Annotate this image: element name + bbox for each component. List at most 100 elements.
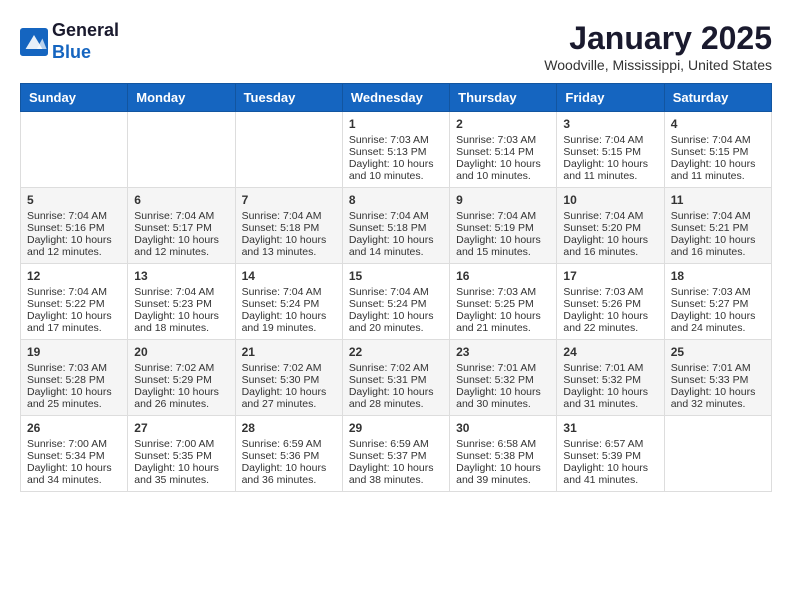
day-number: 24	[563, 345, 657, 359]
daylight-text: Daylight: 10 hours and 11 minutes.	[563, 158, 657, 182]
day-number: 29	[349, 421, 443, 435]
calendar-cell: 21Sunrise: 7:02 AMSunset: 5:30 PMDayligh…	[235, 340, 342, 416]
day-number: 1	[349, 117, 443, 131]
sunset-text: Sunset: 5:18 PM	[242, 222, 336, 234]
calendar-cell: 1Sunrise: 7:03 AMSunset: 5:13 PMDaylight…	[342, 112, 449, 188]
daylight-text: Daylight: 10 hours and 35 minutes.	[134, 462, 228, 486]
sunrise-text: Sunrise: 7:00 AM	[134, 438, 228, 450]
column-header-friday: Friday	[557, 84, 664, 112]
calendar-cell: 6Sunrise: 7:04 AMSunset: 5:17 PMDaylight…	[128, 188, 235, 264]
daylight-text: Daylight: 10 hours and 32 minutes.	[671, 386, 765, 410]
day-number: 16	[456, 269, 550, 283]
sunrise-text: Sunrise: 7:03 AM	[27, 362, 121, 374]
day-number: 30	[456, 421, 550, 435]
daylight-text: Daylight: 10 hours and 26 minutes.	[134, 386, 228, 410]
calendar-cell	[21, 112, 128, 188]
calendar-cell: 20Sunrise: 7:02 AMSunset: 5:29 PMDayligh…	[128, 340, 235, 416]
day-number: 3	[563, 117, 657, 131]
sunrise-text: Sunrise: 7:04 AM	[242, 210, 336, 222]
logo-line1: General	[52, 20, 119, 42]
sunset-text: Sunset: 5:35 PM	[134, 450, 228, 462]
day-number: 15	[349, 269, 443, 283]
calendar-table: SundayMondayTuesdayWednesdayThursdayFrid…	[20, 83, 772, 492]
sunset-text: Sunset: 5:22 PM	[27, 298, 121, 310]
calendar-cell: 22Sunrise: 7:02 AMSunset: 5:31 PMDayligh…	[342, 340, 449, 416]
calendar-cell: 7Sunrise: 7:04 AMSunset: 5:18 PMDaylight…	[235, 188, 342, 264]
sunset-text: Sunset: 5:19 PM	[456, 222, 550, 234]
day-number: 9	[456, 193, 550, 207]
calendar-cell: 17Sunrise: 7:03 AMSunset: 5:26 PMDayligh…	[557, 264, 664, 340]
calendar-cell: 25Sunrise: 7:01 AMSunset: 5:33 PMDayligh…	[664, 340, 771, 416]
sunset-text: Sunset: 5:26 PM	[563, 298, 657, 310]
calendar-cell: 5Sunrise: 7:04 AMSunset: 5:16 PMDaylight…	[21, 188, 128, 264]
month-title: January 2025	[544, 20, 772, 57]
sunset-text: Sunset: 5:27 PM	[671, 298, 765, 310]
sunrise-text: Sunrise: 7:02 AM	[134, 362, 228, 374]
column-header-thursday: Thursday	[450, 84, 557, 112]
day-number: 6	[134, 193, 228, 207]
daylight-text: Daylight: 10 hours and 24 minutes.	[671, 310, 765, 334]
daylight-text: Daylight: 10 hours and 34 minutes.	[27, 462, 121, 486]
sunrise-text: Sunrise: 7:04 AM	[134, 286, 228, 298]
sunrise-text: Sunrise: 7:04 AM	[671, 134, 765, 146]
calendar-cell: 16Sunrise: 7:03 AMSunset: 5:25 PMDayligh…	[450, 264, 557, 340]
day-number: 21	[242, 345, 336, 359]
sunset-text: Sunset: 5:36 PM	[242, 450, 336, 462]
sunrise-text: Sunrise: 7:04 AM	[134, 210, 228, 222]
sunrise-text: Sunrise: 7:04 AM	[349, 286, 443, 298]
sunset-text: Sunset: 5:15 PM	[671, 146, 765, 158]
calendar-cell: 13Sunrise: 7:04 AMSunset: 5:23 PMDayligh…	[128, 264, 235, 340]
day-number: 31	[563, 421, 657, 435]
sunrise-text: Sunrise: 6:59 AM	[242, 438, 336, 450]
calendar-cell: 26Sunrise: 7:00 AMSunset: 5:34 PMDayligh…	[21, 416, 128, 492]
sunrise-text: Sunrise: 7:03 AM	[349, 134, 443, 146]
day-number: 12	[27, 269, 121, 283]
calendar-cell: 24Sunrise: 7:01 AMSunset: 5:32 PMDayligh…	[557, 340, 664, 416]
sunset-text: Sunset: 5:28 PM	[27, 374, 121, 386]
calendar-week-row: 19Sunrise: 7:03 AMSunset: 5:28 PMDayligh…	[21, 340, 772, 416]
daylight-text: Daylight: 10 hours and 12 minutes.	[134, 234, 228, 258]
daylight-text: Daylight: 10 hours and 19 minutes.	[242, 310, 336, 334]
day-number: 10	[563, 193, 657, 207]
calendar-cell: 29Sunrise: 6:59 AMSunset: 5:37 PMDayligh…	[342, 416, 449, 492]
daylight-text: Daylight: 10 hours and 11 minutes.	[671, 158, 765, 182]
sunset-text: Sunset: 5:30 PM	[242, 374, 336, 386]
calendar-cell: 2Sunrise: 7:03 AMSunset: 5:14 PMDaylight…	[450, 112, 557, 188]
calendar-cell: 3 Sunrise: 7:04 AMSunset: 5:15 PMDaylight…	[557, 112, 664, 188]
sunrise-text: Sunrise: 7:03 AM	[563, 286, 657, 298]
calendar-cell: 31Sunrise: 6:57 AMSunset: 5:39 PMDayligh…	[557, 416, 664, 492]
sunset-text: Sunset: 5:15 PM	[563, 146, 657, 158]
calendar-cell	[235, 112, 342, 188]
calendar-cell: 14Sunrise: 7:04 AMSunset: 5:24 PMDayligh…	[235, 264, 342, 340]
calendar-cell: 28Sunrise: 6:59 AMSunset: 5:36 PMDayligh…	[235, 416, 342, 492]
calendar-cell: 4Sunrise: 7:04 AMSunset: 5:15 PMDaylight…	[664, 112, 771, 188]
sunrise-text: Sunrise: 7:04 AM	[27, 210, 121, 222]
day-number: 17	[563, 269, 657, 283]
calendar-cell: 19Sunrise: 7:03 AMSunset: 5:28 PMDayligh…	[21, 340, 128, 416]
calendar-cell: 18Sunrise: 7:03 AMSunset: 5:27 PMDayligh…	[664, 264, 771, 340]
sunrise-text: Sunrise: 7:02 AM	[349, 362, 443, 374]
daylight-text: Daylight: 10 hours and 17 minutes.	[27, 310, 121, 334]
sunrise-text: Sunrise: 7:04 AM	[563, 210, 657, 222]
daylight-text: Daylight: 10 hours and 14 minutes.	[349, 234, 443, 258]
sunset-text: Sunset: 5:29 PM	[134, 374, 228, 386]
sunrise-text: Sunrise: 7:04 AM	[456, 210, 550, 222]
sunrise-text: Sunrise: 7:04 AM	[242, 286, 336, 298]
daylight-text: Daylight: 10 hours and 16 minutes.	[563, 234, 657, 258]
column-header-saturday: Saturday	[664, 84, 771, 112]
day-number: 8	[349, 193, 443, 207]
sunset-text: Sunset: 5:21 PM	[671, 222, 765, 234]
calendar-cell: 9Sunrise: 7:04 AMSunset: 5:19 PMDaylight…	[450, 188, 557, 264]
sunrise-text: Sunrise: 6:59 AM	[349, 438, 443, 450]
calendar-header-row: SundayMondayTuesdayWednesdayThursdayFrid…	[21, 84, 772, 112]
sunset-text: Sunset: 5:31 PM	[349, 374, 443, 386]
daylight-text: Daylight: 10 hours and 38 minutes.	[349, 462, 443, 486]
day-number: 28	[242, 421, 336, 435]
calendar-cell	[664, 416, 771, 492]
sunrise-text: Sunrise: 7:04 AM	[27, 286, 121, 298]
sunset-text: Sunset: 5:14 PM	[456, 146, 550, 158]
sunrise-text: Sunrise: 7:04 AM	[563, 134, 657, 146]
calendar-cell: 11Sunrise: 7:04 AMSunset: 5:21 PMDayligh…	[664, 188, 771, 264]
column-header-tuesday: Tuesday	[235, 84, 342, 112]
calendar-week-row: 12Sunrise: 7:04 AMSunset: 5:22 PMDayligh…	[21, 264, 772, 340]
